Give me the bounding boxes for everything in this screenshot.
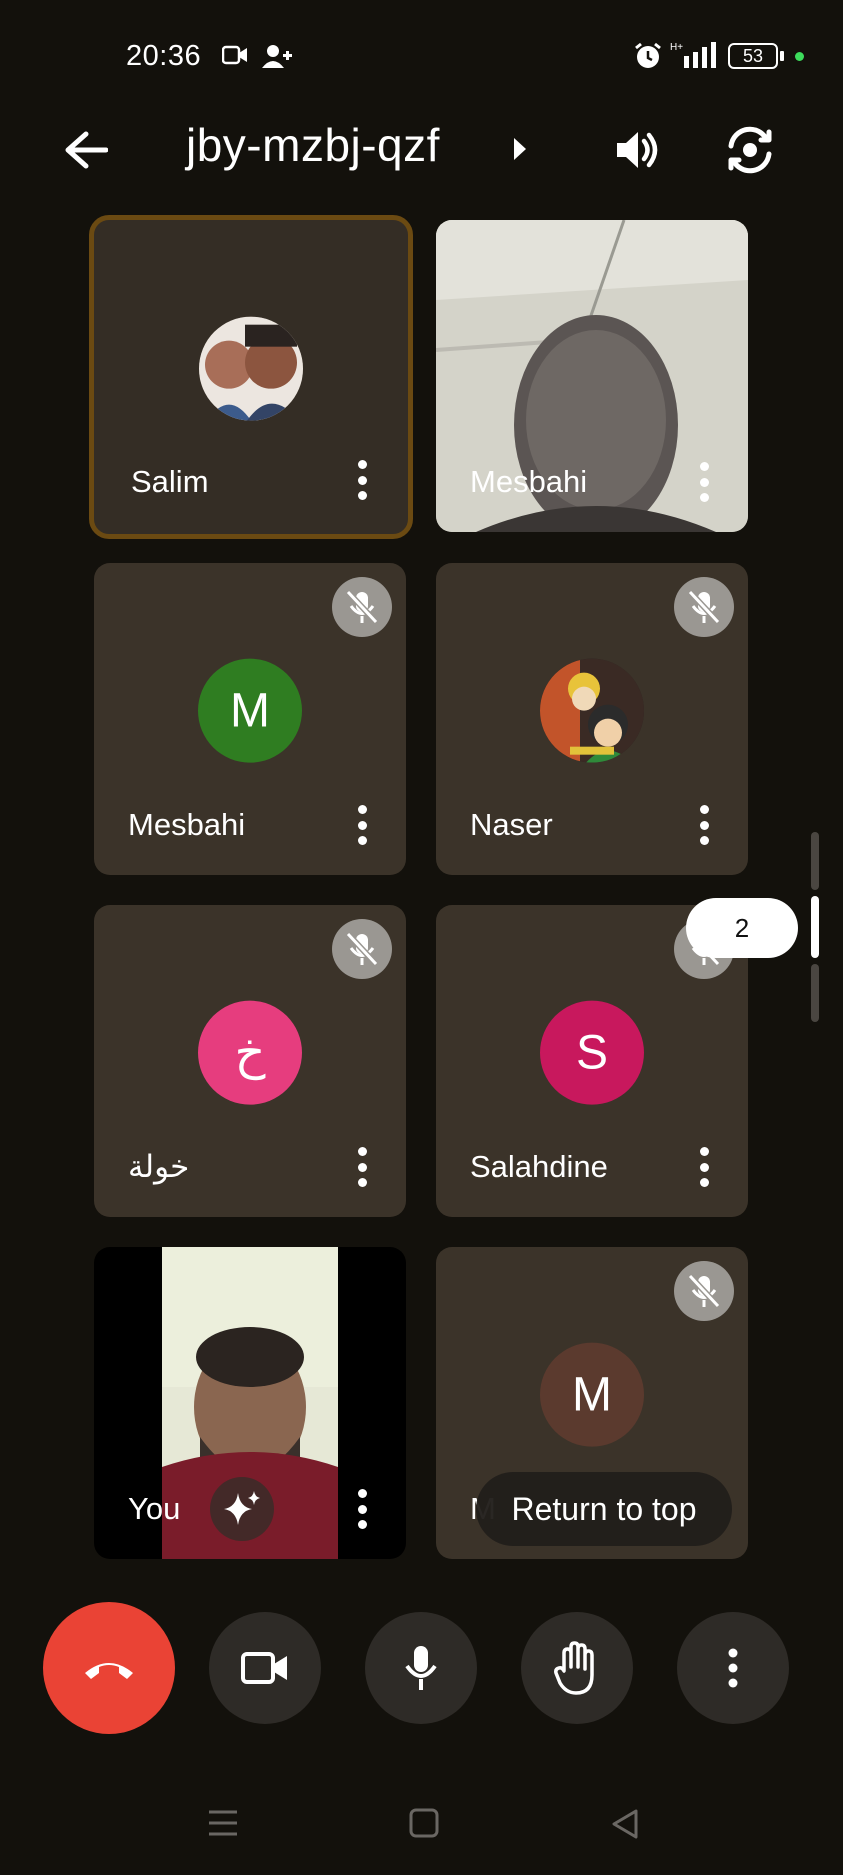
participant-name: Naser xyxy=(470,807,553,842)
audio-output-button[interactable] xyxy=(607,120,667,180)
participant-tile-khawla[interactable]: خ خولة xyxy=(94,905,406,1217)
avatar xyxy=(540,658,644,763)
battery-icon: 53 xyxy=(728,43,778,69)
battery-level: 53 xyxy=(742,45,764,66)
switch-camera-icon xyxy=(728,126,772,174)
page-indicator-segment[interactable] xyxy=(811,832,819,890)
status-time: 20:36 xyxy=(126,40,202,72)
end-call-button[interactable] xyxy=(43,1602,175,1734)
avatar: خ xyxy=(198,1000,302,1105)
hang-up-icon xyxy=(85,1663,133,1679)
back-arrow-icon xyxy=(65,131,108,169)
mic-off-icon xyxy=(345,589,379,625)
privacy-indicator xyxy=(795,52,804,61)
more-options-icon[interactable] xyxy=(356,805,368,845)
alarm-icon xyxy=(635,42,661,68)
meeting-info-arrow-icon[interactable] xyxy=(514,138,526,160)
mic-off-badge xyxy=(674,577,734,637)
microphone-icon xyxy=(405,1646,437,1690)
video-camera-icon xyxy=(222,45,247,65)
sparkle-effects-icon xyxy=(224,1491,260,1525)
svg-text:H+: H+ xyxy=(670,42,683,53)
avatar: S xyxy=(540,1000,644,1105)
page-indicator-current[interactable] xyxy=(811,896,819,958)
participant-tile-mesbahi[interactable]: M Mesbahi xyxy=(94,563,406,875)
battery-tip xyxy=(780,51,784,61)
raise-hand-button[interactable] xyxy=(521,1612,633,1724)
recent-apps-icon[interactable] xyxy=(207,1808,239,1838)
back-button[interactable] xyxy=(58,122,114,178)
naser-photo-avatar xyxy=(540,658,644,763)
more-options-button[interactable] xyxy=(677,1612,789,1724)
avatar xyxy=(199,316,303,421)
meeting-code[interactable]: jby-mzbj-qzf xyxy=(186,118,440,172)
participant-name: Mesbahi xyxy=(470,464,588,499)
participant-name: Salahdine xyxy=(470,1149,608,1184)
microphone-button[interactable] xyxy=(365,1612,477,1724)
participant-name: You xyxy=(128,1491,181,1526)
more-options-icon[interactable] xyxy=(698,1147,710,1187)
more-options-icon[interactable] xyxy=(356,1489,368,1529)
speaker-icon xyxy=(617,132,658,168)
participant-tile-salim[interactable]: Salim xyxy=(89,215,413,539)
video-camera-icon xyxy=(241,1652,287,1684)
mic-off-badge xyxy=(674,1261,734,1321)
participant-name: خولة xyxy=(128,1149,190,1184)
visual-effects-button[interactable] xyxy=(210,1477,274,1541)
page-number-bubble: 2 xyxy=(686,898,798,958)
return-to-top-button[interactable]: Return to top xyxy=(476,1472,732,1546)
mic-off-icon xyxy=(687,589,721,625)
raise-hand-icon xyxy=(554,1641,594,1695)
participant-tile-self[interactable]: You xyxy=(94,1247,406,1559)
home-icon[interactable] xyxy=(409,1808,439,1838)
more-options-icon[interactable] xyxy=(698,462,710,502)
more-vertical-icon xyxy=(728,1648,738,1688)
mic-off-icon xyxy=(687,1273,721,1309)
mic-off-icon xyxy=(345,931,379,967)
more-options-icon[interactable] xyxy=(356,1147,368,1187)
participant-tile-mesbahi-video[interactable]: Mesbahi xyxy=(436,220,748,532)
switch-camera-button[interactable] xyxy=(720,120,780,180)
more-options-icon[interactable] xyxy=(698,805,710,845)
mic-off-badge xyxy=(332,577,392,637)
add-person-icon xyxy=(262,45,292,68)
participant-name: Mesbahi xyxy=(128,807,246,842)
page-indicator-segment[interactable] xyxy=(811,964,819,1022)
participant-name: Salim xyxy=(131,464,209,499)
more-options-icon[interactable] xyxy=(356,460,368,500)
signal-icon: H+ xyxy=(670,42,716,68)
camera-button[interactable] xyxy=(209,1612,321,1724)
back-nav-icon[interactable] xyxy=(610,1808,640,1840)
avatar: M xyxy=(198,658,302,763)
salim-photo-avatar xyxy=(199,316,303,421)
avatar: M xyxy=(540,1342,644,1447)
participant-tile-naser[interactable]: Naser xyxy=(436,563,748,875)
mic-off-badge xyxy=(332,919,392,979)
